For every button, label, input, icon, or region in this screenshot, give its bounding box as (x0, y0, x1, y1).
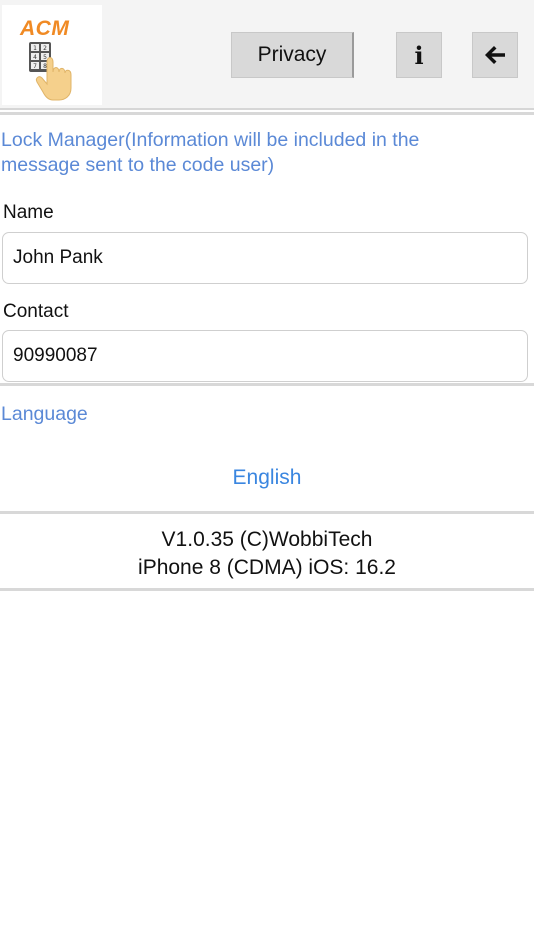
contact-label: Contact (3, 301, 69, 322)
keypad-key: 8 (43, 63, 47, 70)
keypad-key: 4 (33, 54, 37, 61)
arrow-left-icon (485, 46, 505, 64)
divider (0, 112, 534, 115)
keypad-key: 5 (43, 54, 47, 61)
logo-text: ACM (20, 17, 70, 40)
keypad-key: 7 (33, 63, 37, 70)
divider (0, 383, 534, 386)
divider (0, 511, 534, 514)
lock-manager-title: Lock Manager(Information will be include… (1, 129, 420, 176)
info-button[interactable]: i (396, 32, 442, 78)
keypad-hand-icon: 1 2 4 5 7 8 (29, 42, 72, 101)
language-selector[interactable]: English (0, 466, 534, 490)
divider (0, 588, 534, 591)
language-title: Language (1, 403, 88, 425)
device-info-text: iPhone 8 (CDMA) iOS: 16.2 (138, 556, 396, 579)
app-logo: ACM 1 2 4 5 7 8 (2, 5, 102, 105)
name-label: Name (3, 202, 54, 223)
version-text: V1.0.35 (C)WobbiTech (161, 528, 373, 551)
privacy-button[interactable]: Privacy (231, 32, 354, 78)
keypad-key: 2 (43, 45, 47, 52)
contact-input[interactable] (2, 330, 528, 382)
name-input[interactable] (2, 232, 528, 284)
back-button[interactable] (472, 32, 518, 78)
header-bar: ACM 1 2 4 5 7 8 Privacy i (0, 0, 534, 110)
keypad-key: 1 (33, 45, 37, 52)
